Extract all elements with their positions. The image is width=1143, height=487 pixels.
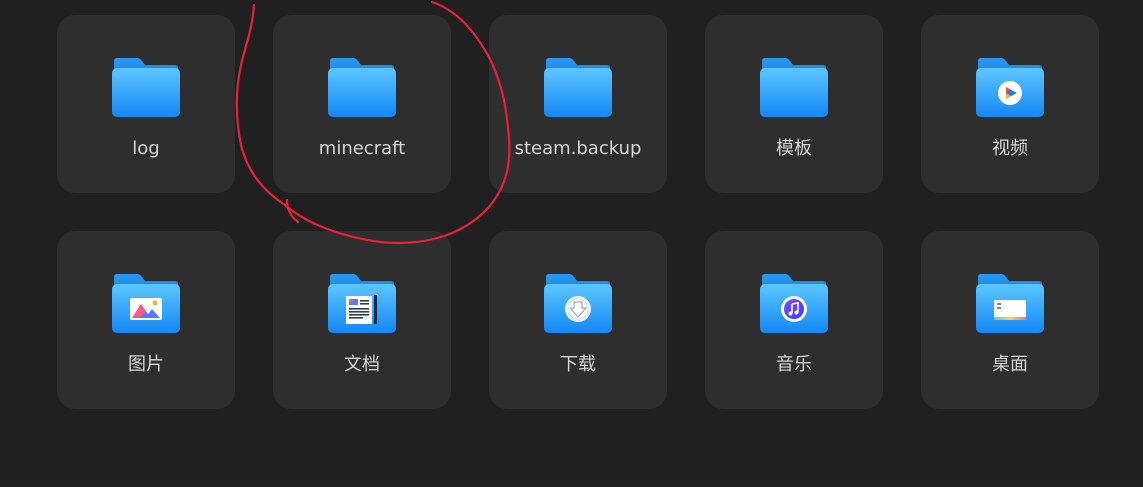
folder-label: 模板 bbox=[776, 138, 812, 159]
folder-tile-steam-backup[interactable]: steam.backup bbox=[489, 15, 667, 193]
folder-label: 下载 bbox=[560, 354, 596, 375]
folder-tile-downloads[interactable]: 下载 bbox=[489, 231, 667, 409]
folder-label: steam.backup bbox=[514, 138, 642, 159]
folder-tile-minecraft[interactable]: minecraft bbox=[273, 15, 451, 193]
folder-label: 视频 bbox=[992, 138, 1028, 159]
pictures-folder-icon bbox=[112, 274, 180, 333]
folder-tile-documents[interactable]: 文档 bbox=[273, 231, 451, 409]
folder-icon bbox=[544, 58, 612, 117]
file-manager-grid: log minecraft steam.backup 模板 视频 图片 文档 下… bbox=[0, 0, 1143, 487]
folder-label: 文档 bbox=[344, 354, 380, 375]
folder-icon bbox=[328, 58, 396, 117]
folder-tile-templates[interactable]: 模板 bbox=[705, 15, 883, 193]
folder-icon bbox=[112, 58, 180, 117]
folder-tile-log[interactable]: log bbox=[57, 15, 235, 193]
folder-tile-music[interactable]: 音乐 bbox=[705, 231, 883, 409]
folder-label: 图片 bbox=[128, 354, 164, 375]
folder-tile-videos[interactable]: 视频 bbox=[921, 15, 1099, 193]
desktop-folder-icon bbox=[976, 274, 1044, 333]
folder-label: log bbox=[132, 138, 160, 159]
folder-label: 桌面 bbox=[992, 354, 1028, 375]
folder-tile-pictures[interactable]: 图片 bbox=[57, 231, 235, 409]
downloads-folder-icon bbox=[544, 274, 612, 333]
documents-folder-icon bbox=[328, 274, 396, 333]
video-folder-icon bbox=[976, 58, 1044, 117]
folder-label: minecraft bbox=[318, 138, 406, 159]
folder-icon bbox=[760, 58, 828, 117]
folder-tile-desktop[interactable]: 桌面 bbox=[921, 231, 1099, 409]
music-folder-icon bbox=[760, 274, 828, 333]
folder-label: 音乐 bbox=[776, 354, 812, 375]
